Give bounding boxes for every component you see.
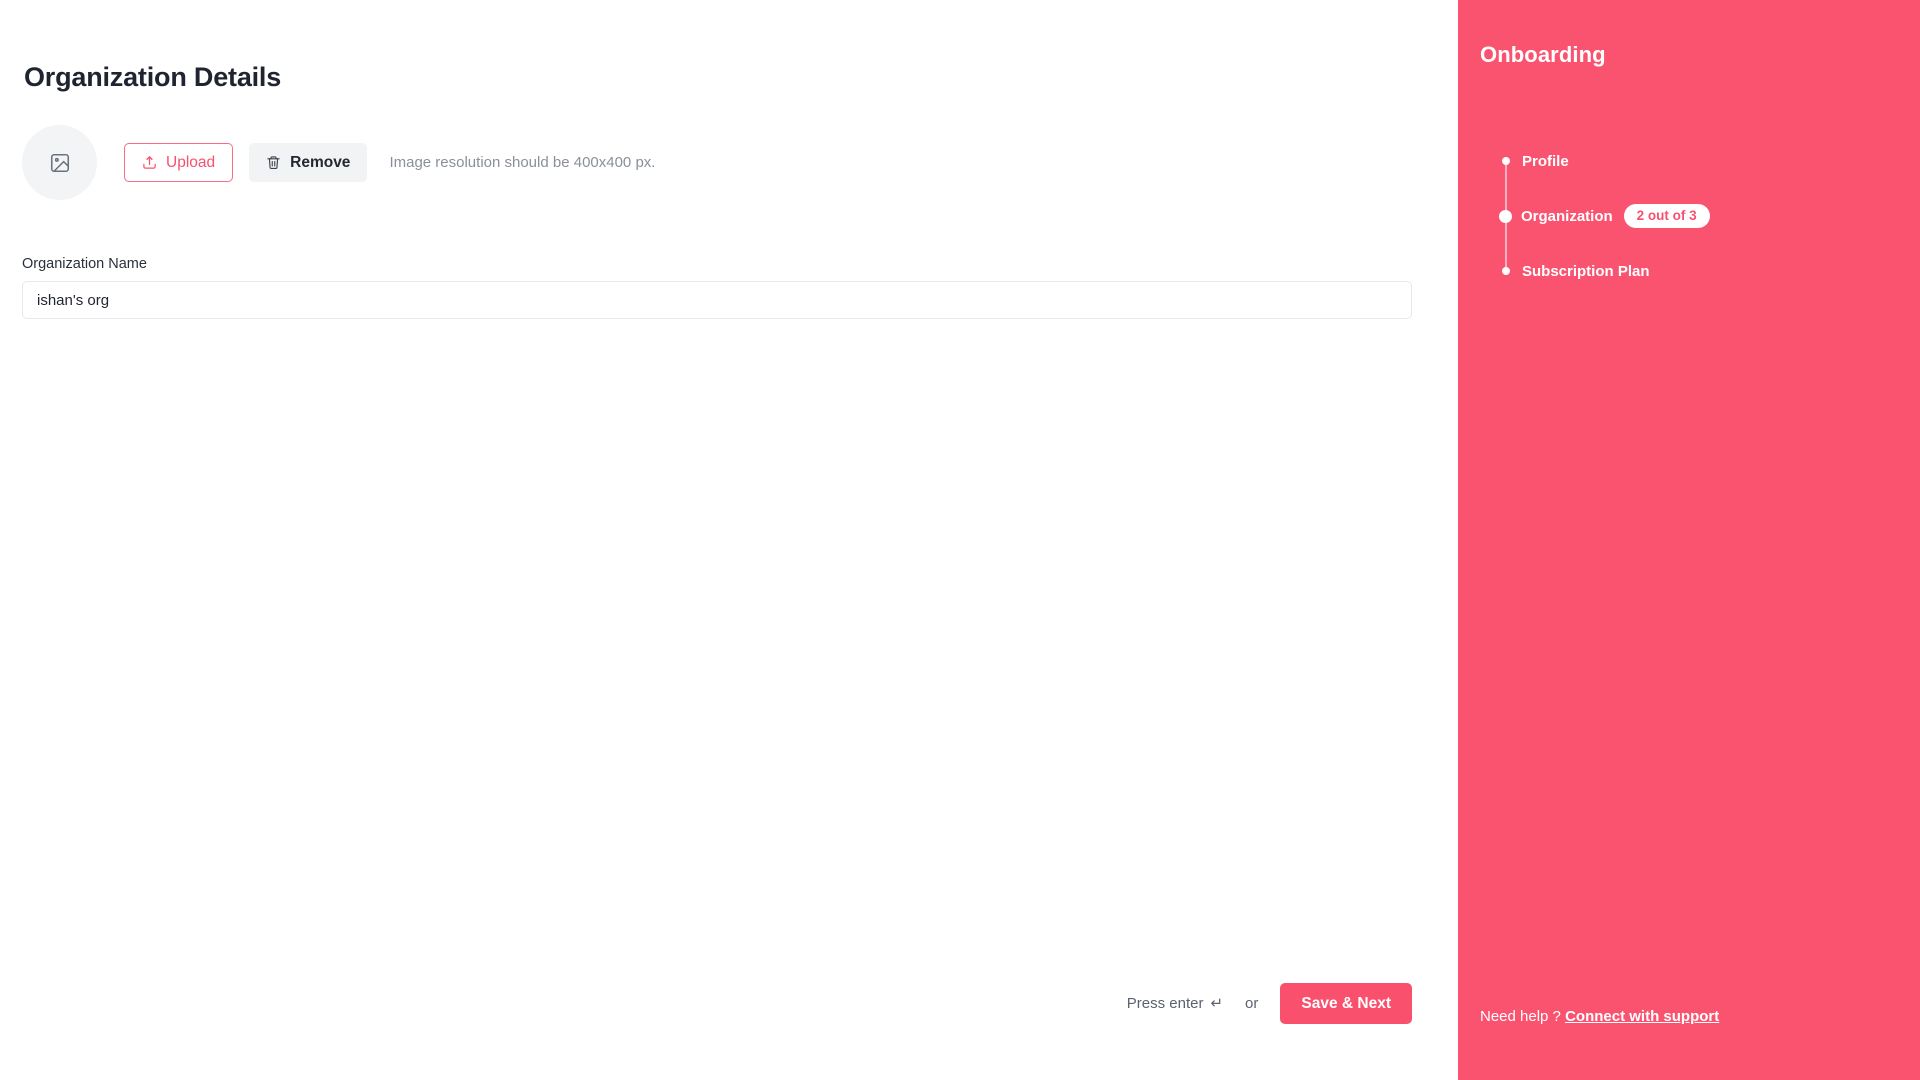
step-progress-badge: 2 out of 3	[1623, 203, 1710, 229]
organization-name-label: Organization Name	[22, 256, 147, 272]
step-item-profile[interactable]: Profile	[1498, 152, 1898, 170]
onboarding-steps: Profile Organization 2 out of 3 Subscrip…	[1498, 152, 1898, 280]
connect-with-support-link[interactable]: Connect with support	[1565, 1008, 1719, 1025]
step-item-subscription-plan[interactable]: Subscription Plan	[1498, 262, 1898, 280]
organization-name-input[interactable]	[22, 281, 1412, 319]
upload-button-label: Upload	[166, 153, 216, 171]
image-placeholder-icon	[49, 152, 71, 174]
step-dot-icon	[1502, 267, 1510, 275]
remove-button[interactable]: Remove	[249, 143, 368, 182]
trash-icon	[266, 155, 281, 170]
sidebar-help: Need help ? Connect with support	[1480, 1008, 1719, 1025]
step-item-organization[interactable]: Organization 2 out of 3	[1498, 203, 1898, 229]
press-enter-label: Press enter	[1126, 995, 1204, 1012]
step-label: Profile	[1522, 152, 1569, 170]
step-label: Subscription Plan	[1522, 262, 1650, 280]
logo-upload-row: Upload Remove Image resolution should be…	[22, 125, 655, 200]
footer-actions: Press enter ↵ or Save & Next	[1127, 983, 1412, 1024]
upload-button[interactable]: Upload	[124, 143, 234, 182]
or-separator-label: or	[1245, 995, 1259, 1012]
main-panel: Organization Details Upload Remove Image…	[0, 0, 1458, 1080]
need-help-label: Need help ?	[1480, 1008, 1561, 1025]
step-label: Organization	[1521, 207, 1613, 225]
upload-hint-text: Image resolution should be 400x400 px.	[389, 154, 656, 171]
organization-name-field: Organization Name	[22, 256, 1412, 319]
upload-icon	[142, 155, 157, 170]
page-title: Organization Details	[24, 62, 282, 93]
step-dot-icon	[1502, 157, 1510, 165]
remove-button-label: Remove	[290, 153, 351, 171]
enter-key-icon: ↵	[1210, 995, 1224, 1012]
save-and-next-button[interactable]: Save & Next	[1280, 983, 1412, 1024]
step-dot-icon	[1499, 209, 1512, 223]
press-enter-hint: Press enter ↵	[1127, 995, 1223, 1012]
sidebar-title: Onboarding	[1480, 42, 1606, 67]
onboarding-screen: Organization Details Upload Remove Image…	[0, 0, 1920, 1080]
onboarding-sidebar: Onboarding Profile Organization 2 out of…	[1458, 0, 1920, 1080]
organization-logo-avatar[interactable]	[22, 125, 97, 200]
